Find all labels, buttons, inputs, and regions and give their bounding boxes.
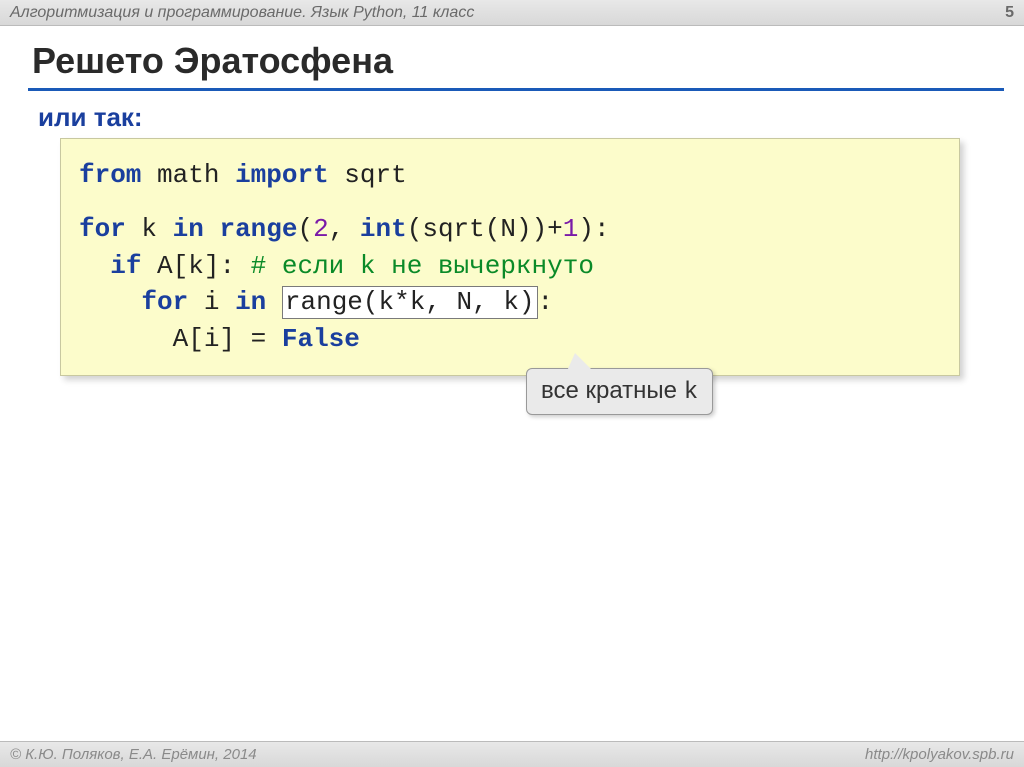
fn-int: int — [360, 214, 407, 244]
lhs: A[i] — [173, 324, 235, 354]
highlighted-range: range(k*k, N, k) — [282, 286, 538, 319]
fn-range: range — [219, 214, 297, 244]
paren-tail: (N))+ — [485, 214, 563, 244]
slide-title: Решето Эратосфена — [32, 40, 393, 82]
code-line-3: if A[k]: # если k не вычеркнуто — [79, 248, 941, 284]
num-2: 2 — [313, 214, 329, 244]
num-1: 1 — [563, 214, 579, 244]
header-bar: Алгоритмизация и программирование. Язык … — [0, 0, 1024, 26]
callout-k: k — [684, 379, 698, 406]
kw-in: in — [173, 214, 204, 244]
footer-url: http://kpolyakov.spb.ru — [865, 746, 1014, 763]
fn-sqrt-call: sqrt — [422, 214, 484, 244]
colon: : — [538, 287, 554, 317]
code-line-5: A[i] = False — [79, 321, 941, 357]
code-line-2: for k in range(2, int(sqrt(N))+1): — [79, 211, 941, 247]
var-k: k — [141, 214, 157, 244]
fn-sqrt: sqrt — [344, 160, 406, 190]
callout-text: все кратные — [541, 377, 684, 404]
page-number: 5 — [1005, 4, 1014, 22]
blank-line — [79, 193, 941, 211]
title-underline — [28, 88, 1004, 91]
code-block: from math import sqrt for k in range(2, … — [60, 138, 960, 376]
kw-for: for — [79, 214, 126, 244]
footer-bar: © К.Ю. Поляков, Е.А. Ерёмин, 2014 http:/… — [0, 741, 1024, 767]
comma: , — [329, 214, 360, 244]
code-line-1: from math import sqrt — [79, 157, 941, 193]
kw-if: if — [110, 251, 141, 281]
comment: # если k не вычеркнуто — [251, 251, 594, 281]
kw-in-inner: in — [235, 287, 266, 317]
kw-false: False — [282, 324, 360, 354]
copyright: © К.Ю. Поляков, Е.А. Ерёмин, 2014 — [10, 746, 257, 763]
module-name: math — [157, 160, 219, 190]
callout-box: все кратные k — [526, 368, 713, 415]
cond: A[k]: — [157, 251, 235, 281]
kw-import: import — [235, 160, 329, 190]
paren-open: ( — [297, 214, 313, 244]
eq: = — [251, 324, 267, 354]
subtitle: или так: — [38, 102, 143, 133]
kw-for-inner: for — [141, 287, 188, 317]
code-line-4: for i in range(k*k, N, k): — [79, 284, 941, 320]
paren-open2: ( — [407, 214, 423, 244]
course-title: Алгоритмизация и программирование. Язык … — [10, 4, 474, 22]
var-i: i — [204, 287, 220, 317]
close-colon: ): — [578, 214, 609, 244]
kw-from: from — [79, 160, 141, 190]
